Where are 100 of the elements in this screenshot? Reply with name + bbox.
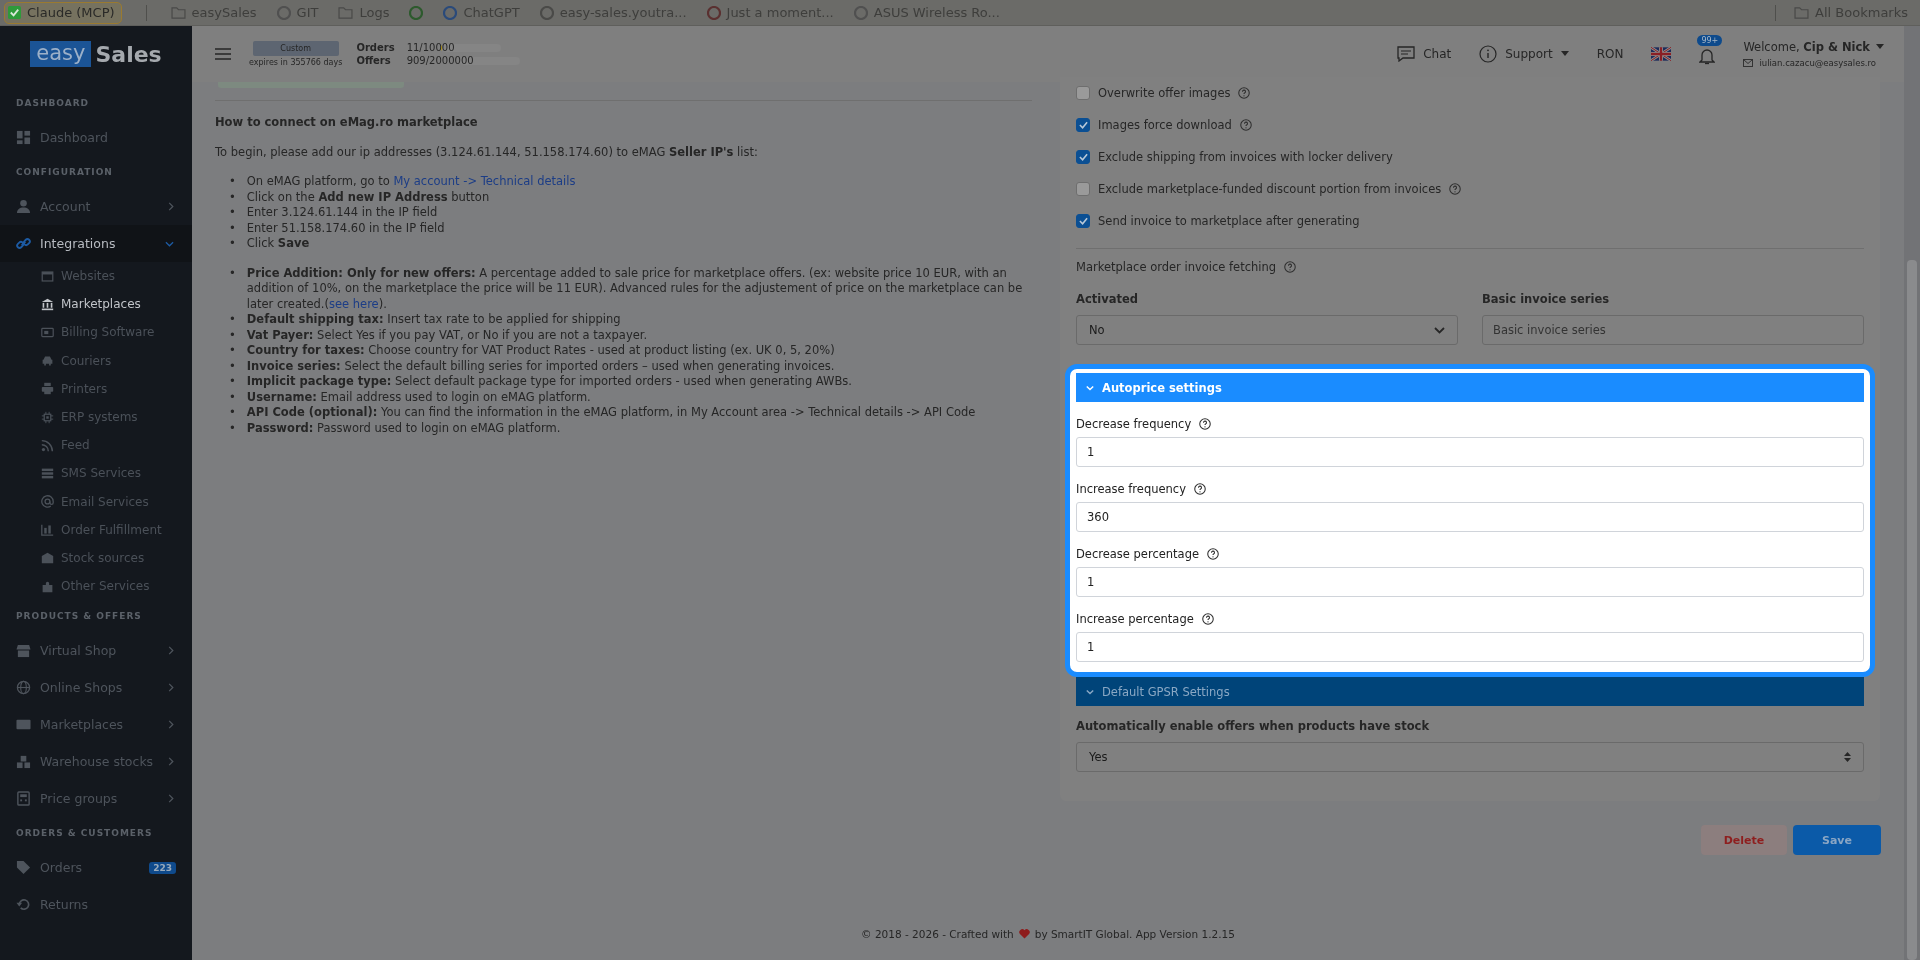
list-item: Default shipping tax: Insert tax rate to be applied for shipping xyxy=(246,312,622,328)
list-item: Password: Password used to login on eMAG platform. xyxy=(246,420,562,436)
caret-icon xyxy=(1876,44,1884,50)
submenu-item[interactable]: Couriers xyxy=(0,346,192,375)
input-field[interactable]: 1 xyxy=(1076,632,1864,662)
help-icon xyxy=(1201,613,1214,625)
list-item: On eMAG platform, go to My account -> Technical details xyxy=(246,174,577,190)
menu-item[interactable]: Dashboard xyxy=(0,119,192,156)
store-icon xyxy=(16,643,31,659)
select-field[interactable]: No xyxy=(1076,315,1458,345)
checkbox[interactable] xyxy=(1076,118,1090,132)
bullet: • xyxy=(229,312,236,328)
menu-item[interactable]: Price groups xyxy=(0,780,192,818)
field-label: Basic invoice series xyxy=(1482,291,1611,307)
field-label: Decrease percentage xyxy=(1076,546,1200,562)
logo-text: Sales xyxy=(95,41,162,67)
chat-link[interactable]: Chat xyxy=(1397,46,1452,62)
check-icon xyxy=(1078,217,1088,225)
bell-icon[interactable] xyxy=(1699,47,1716,65)
checkbox[interactable] xyxy=(1076,214,1090,228)
bullet: • xyxy=(229,405,236,421)
section-title: How to connect on eMag.ro marketplace xyxy=(215,115,479,131)
bullet: • xyxy=(229,389,236,405)
chevron-down-icon xyxy=(1086,384,1094,391)
list-item: Click Save xyxy=(246,236,311,252)
accordion-header[interactable]: Default GPSR Settings xyxy=(1076,677,1864,706)
bullet: • xyxy=(229,343,236,359)
check-icon xyxy=(8,6,21,19)
notification-badge: 99+ xyxy=(1697,35,1723,46)
bullet: • xyxy=(229,420,236,436)
menu-icon[interactable] xyxy=(215,48,231,60)
menu-item[interactable]: Returns xyxy=(0,886,192,924)
scrollbar[interactable] xyxy=(1904,26,1920,960)
heart-icon xyxy=(1018,929,1030,939)
input-field[interactable]: 360 xyxy=(1076,502,1864,532)
submenu-item[interactable]: Order Fulfillment xyxy=(0,515,192,544)
submenu-item[interactable]: Marketplaces xyxy=(0,290,192,319)
menu-item[interactable]: Account xyxy=(0,188,192,225)
accordion-header[interactable]: Autoprice settings xyxy=(1076,373,1864,402)
box-icon xyxy=(41,551,54,565)
link[interactable]: see here xyxy=(328,296,379,311)
globe-icon xyxy=(16,680,31,696)
menu-item[interactable]: Warehouse stocks xyxy=(0,743,192,781)
site-icon xyxy=(276,5,291,20)
field-label: Activated xyxy=(1076,291,1139,307)
link-icon xyxy=(16,236,31,251)
input-field[interactable]: 1 xyxy=(1076,567,1864,597)
list-icon xyxy=(41,466,54,480)
field-label: Marketplace order invoice fetching xyxy=(1076,259,1277,275)
currency-selector[interactable]: RON xyxy=(1596,47,1624,61)
link[interactable]: My account -> Technical details xyxy=(393,174,576,188)
input-field[interactable]: 1 xyxy=(1076,437,1864,467)
submenu-item[interactable]: SMS Services xyxy=(0,459,192,488)
puzzle-icon xyxy=(41,579,54,593)
site-icon xyxy=(539,5,554,20)
bullet: • xyxy=(229,220,236,236)
checkbox[interactable] xyxy=(1076,182,1090,196)
check-icon xyxy=(1078,153,1088,161)
user-greeting[interactable]: Welcome, Cip & Nick xyxy=(1743,40,1870,54)
window-icon xyxy=(41,269,54,283)
uk-flag-icon[interactable] xyxy=(1651,47,1672,61)
help-icon xyxy=(1194,483,1206,495)
menu-item[interactable]: Orders 223 xyxy=(0,849,192,887)
field-label: Automatically enable offers when products have stock xyxy=(1076,718,1431,734)
menu-item[interactable]: Marketplaces xyxy=(0,706,192,744)
folder-icon xyxy=(338,6,354,19)
bullet: • xyxy=(229,174,236,190)
info-icon xyxy=(1479,45,1498,63)
footer-text: by SmartIT Global. App Version 1.2.15 xyxy=(1034,928,1235,940)
submenu-item[interactable]: Billing Software xyxy=(0,318,192,347)
checkbox-label: Exclude shipping from invoices with locker delivery xyxy=(1098,150,1393,164)
menu-item[interactable]: Online Shops xyxy=(0,669,192,707)
submenu-item[interactable]: Feed xyxy=(0,431,192,460)
submenu-item[interactable]: Email Services xyxy=(0,487,192,516)
submenu-item[interactable]: Printers xyxy=(0,374,192,403)
list-item: Implicit package type: Select default package type for imported orders - used when generating AWBs. xyxy=(246,374,853,390)
submenu-item[interactable]: Other Services xyxy=(0,572,192,601)
submenu-item[interactable]: Websites xyxy=(0,262,192,291)
bullet: • xyxy=(229,265,236,282)
support-menu[interactable]: Support xyxy=(1479,45,1569,63)
menu-item[interactable]: Virtual Shop xyxy=(0,632,192,670)
help-icon xyxy=(1199,418,1212,430)
list-item: Enter 51.158.174.60 in the IP field xyxy=(246,220,446,236)
bookmark[interactable]: Claude (MCP) xyxy=(4,1,122,24)
usage-reading: 909/2000000 xyxy=(406,55,474,66)
chevron-down-icon xyxy=(1434,326,1445,334)
caret-icon xyxy=(1560,51,1569,57)
folder-icon xyxy=(1794,6,1810,19)
checkbox[interactable] xyxy=(1076,86,1090,100)
person-icon xyxy=(16,199,31,214)
bank-icon xyxy=(41,297,54,311)
delete-button[interactable]: Delete xyxy=(1701,825,1787,855)
submenu-item[interactable]: ERP systems xyxy=(0,402,192,432)
select-field[interactable]: Yes xyxy=(1076,742,1864,772)
submenu-item[interactable]: Stock sources xyxy=(0,543,192,573)
input-field[interactable]: Basic invoice series xyxy=(1482,315,1864,345)
save-button[interactable]: Save xyxy=(1793,825,1881,855)
folder-icon xyxy=(170,6,186,19)
checkbox[interactable] xyxy=(1076,150,1090,164)
feed-icon xyxy=(41,438,54,452)
